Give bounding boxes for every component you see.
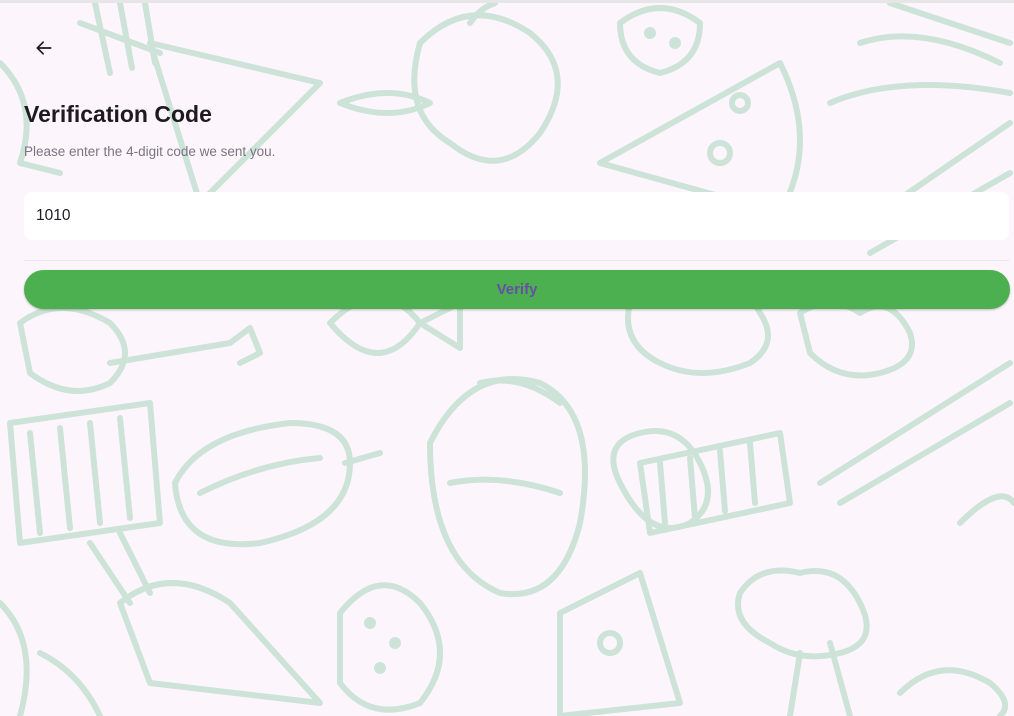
page-subtitle: Please enter the 4-digit code we sent yo… <box>24 144 276 159</box>
back-button[interactable] <box>26 30 62 66</box>
page-title: Verification Code <box>24 101 212 127</box>
form-divider <box>24 260 1009 261</box>
verification-code-input[interactable] <box>36 207 997 225</box>
verification-code-field[interactable] <box>24 192 1009 240</box>
verify-button[interactable]: Verify <box>24 270 1010 309</box>
arrow-left-icon <box>36 41 52 55</box>
